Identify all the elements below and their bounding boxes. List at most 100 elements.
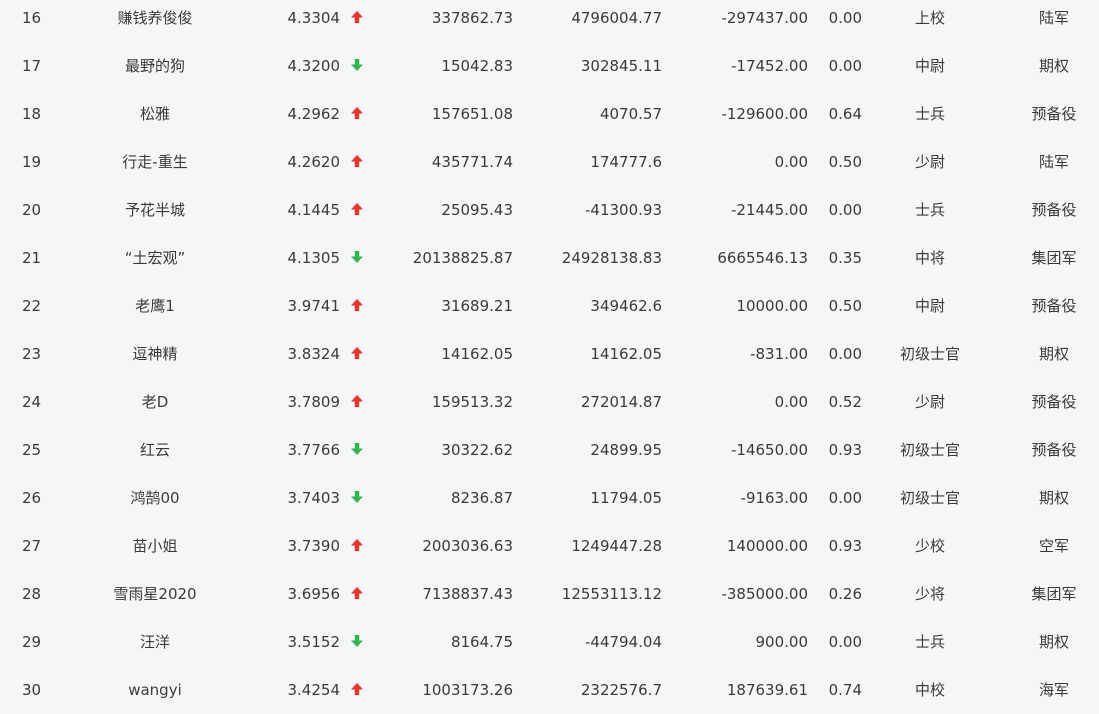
ratio-cell: 0.00	[828, 345, 862, 363]
military-rank-cell: 中尉	[914, 297, 945, 315]
arrow-down-icon	[348, 474, 366, 522]
category-cell: 期权	[1038, 489, 1069, 507]
value1-cell: 31689.21	[441, 297, 513, 315]
value3-cell: 900.00	[755, 633, 809, 651]
value1-cell: 7138837.43	[422, 585, 513, 603]
value2-cell: 11794.05	[590, 489, 662, 507]
score-cell: 4.1305	[287, 249, 341, 267]
score-cell: 3.7809	[287, 393, 341, 411]
table-row[interactable]: 25 红云 3.7766 30322.62 24899.95 -14650.00 0.93 初…	[0, 426, 1099, 474]
value1-cell: 337862.73	[431, 9, 513, 27]
table-row[interactable]: 26 鸿鹄00 3.7403 8236.87 11794.05 -9163.00 0.00 初…	[0, 474, 1099, 522]
value3-cell: 187639.61	[726, 681, 808, 699]
military-rank-cell: 初级士官	[899, 489, 960, 507]
score-cell: 3.8324	[287, 345, 341, 363]
arrow-up-icon	[348, 138, 366, 186]
table-row[interactable]: 22 老鹰1 3.9741 31689.21 349462.6 10000.00 0.50 中…	[0, 282, 1099, 330]
table-row[interactable]: 29 汪洋 3.5152 8164.75 -44794.04 900.00 0.00 士兵 期权	[0, 618, 1099, 666]
category-cell: 陆军	[1038, 9, 1069, 27]
ratio-cell: 0.26	[828, 585, 862, 603]
value3-cell: -831.00	[750, 345, 808, 363]
table-row[interactable]: 24 老D 3.7809 159513.32 272014.87 0.00 0.52 少尉 预备…	[0, 378, 1099, 426]
value1-cell: 1003173.26	[422, 681, 513, 699]
category-cell: 陆军	[1038, 153, 1069, 171]
score-cell: 4.1445	[287, 201, 341, 219]
user-name-cell: 鸿鹄00	[130, 489, 180, 507]
value3-cell: 6665546.13	[717, 249, 808, 267]
user-name-cell: 予花半城	[124, 201, 185, 219]
arrow-up-icon	[348, 282, 366, 330]
value1-cell: 25095.43	[441, 201, 513, 219]
value2-cell: 4070.57	[599, 105, 662, 123]
category-cell: 集团军	[1031, 585, 1077, 603]
table-row[interactable]: 20 予花半城 4.1445 25095.43 -41300.93 -21445.00 0.…	[0, 186, 1099, 234]
score-cell: 3.6956	[287, 585, 341, 603]
ratio-cell: 0.64	[828, 105, 862, 123]
user-name-cell: 行走-重生	[122, 153, 188, 171]
arrow-up-icon	[348, 378, 366, 426]
table-row[interactable]: 19 行走-重生 4.2620 435771.74 174777.6 0.00 0.50 少尉…	[0, 138, 1099, 186]
value2-cell: -41300.93	[585, 201, 662, 219]
value1-cell: 15042.83	[441, 57, 513, 75]
table-row[interactable]: 16 赚钱养俊俊 4.3304 337862.73 4796004.77 -297437.…	[0, 0, 1099, 42]
value3-cell: -9163.00	[740, 489, 808, 507]
category-cell: 预备役	[1031, 297, 1077, 315]
table-row[interactable]: 18 松雅 4.2962 157651.08 4070.57 -129600.00 0.64…	[0, 90, 1099, 138]
score-cell: 4.2962	[287, 105, 341, 123]
military-rank-cell: 初级士官	[899, 345, 960, 363]
value1-cell: 8164.75	[450, 633, 513, 651]
value1-cell: 435771.74	[431, 153, 513, 171]
user-name-cell: 赚钱养俊俊	[117, 9, 193, 27]
table-row[interactable]: 28 雪雨星2020 3.6956 7138837.43 12553113.12 -385…	[0, 570, 1099, 618]
military-rank-cell: 少尉	[914, 153, 945, 171]
arrow-up-icon	[348, 522, 366, 570]
ratio-cell: 0.93	[828, 441, 862, 459]
arrow-down-icon	[348, 234, 366, 282]
arrow-down-icon	[348, 426, 366, 474]
ratio-cell: 0.00	[828, 489, 862, 507]
ratio-cell: 0.35	[828, 249, 862, 267]
value2-cell: 349462.6	[590, 297, 662, 315]
military-rank-cell: 初级士官	[899, 441, 960, 459]
value1-cell: 159513.32	[431, 393, 513, 411]
category-cell: 预备役	[1031, 105, 1077, 123]
military-rank-cell: 士兵	[914, 105, 945, 123]
value1-cell: 14162.05	[441, 345, 513, 363]
category-cell: 预备役	[1031, 201, 1077, 219]
value3-cell: 0.00	[774, 393, 808, 411]
military-rank-cell: 少将	[914, 585, 945, 603]
arrow-up-icon	[348, 570, 366, 618]
category-cell: 海军	[1038, 681, 1069, 699]
ratio-cell: 0.00	[828, 633, 862, 651]
table-row[interactable]: 23 逗神精 3.8324 14162.05 14162.05 -831.00 0.00 初级…	[0, 330, 1099, 378]
table-row[interactable]: 17 最野的狗 4.3200 15042.83 302845.11 -17452.00 0.…	[0, 42, 1099, 90]
military-rank-cell: 少尉	[914, 393, 945, 411]
score-cell: 3.7403	[287, 489, 341, 507]
score-cell: 4.3200	[287, 57, 341, 75]
value2-cell: 14162.05	[590, 345, 662, 363]
category-cell: 预备役	[1031, 441, 1077, 459]
arrow-up-icon	[348, 186, 366, 234]
user-name-cell: 最野的狗	[124, 57, 185, 75]
ratio-cell: 0.52	[828, 393, 862, 411]
table-row[interactable]: 30 wangyi 3.4254 1003173.26 2322576.7 187639.…	[0, 666, 1099, 714]
ratio-cell: 0.00	[828, 201, 862, 219]
score-cell: 3.5152	[287, 633, 341, 651]
user-name-cell: 汪洋	[139, 633, 170, 651]
arrow-up-icon	[348, 330, 366, 378]
user-name-cell: 老D	[141, 393, 169, 411]
table-row[interactable]: 27 苗小姐 3.7390 2003036.63 1249447.28 140000.00…	[0, 522, 1099, 570]
user-name-cell: wangyi	[128, 681, 182, 699]
table-row[interactable]: 21 “土宏观” 4.1305 20138825.87 24928138.83 66655…	[0, 234, 1099, 282]
category-cell: 集团军	[1031, 249, 1077, 267]
military-rank-cell: 士兵	[914, 633, 945, 651]
arrow-down-icon	[348, 42, 366, 90]
user-name-cell: “土宏观”	[124, 249, 186, 267]
value2-cell: 2322576.7	[580, 681, 662, 699]
score-cell: 3.4254	[287, 681, 341, 699]
value2-cell: 1249447.28	[571, 537, 662, 555]
military-rank-cell: 中校	[914, 681, 945, 699]
military-rank-cell: 中尉	[914, 57, 945, 75]
user-name-cell: 松雅	[139, 105, 170, 123]
value1-cell: 2003036.63	[422, 537, 513, 555]
